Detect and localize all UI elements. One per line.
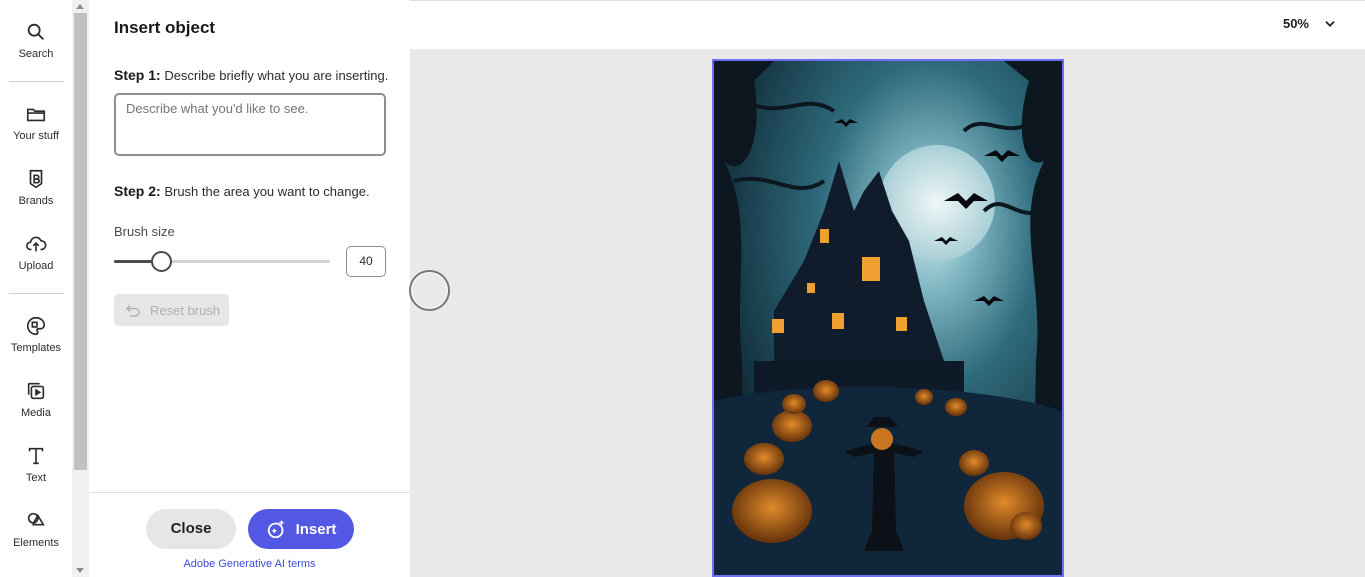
chevron-down-icon bbox=[1325, 20, 1335, 27]
reset-brush-label: Reset brush bbox=[150, 302, 221, 318]
halloween-haunted-house-image bbox=[714, 61, 1062, 575]
undo-icon bbox=[125, 304, 140, 317]
canvas-topbar: 50% bbox=[410, 0, 1365, 49]
prompt-input[interactable] bbox=[114, 93, 386, 156]
rail-item-label: Text bbox=[25, 472, 47, 484]
brush-size-label: Brush size bbox=[114, 224, 175, 239]
upload-cloud-icon bbox=[26, 236, 47, 252]
insert-label: Insert bbox=[295, 520, 337, 538]
insert-button[interactable]: Insert bbox=[248, 509, 354, 549]
rail-item-label: Search bbox=[18, 48, 54, 60]
rail-item-label: Elements bbox=[13, 537, 59, 549]
rail-item-templates[interactable]: Templates bbox=[0, 315, 72, 354]
generative-sparkle-icon bbox=[267, 519, 285, 539]
rail-item-elements[interactable]: Elements bbox=[0, 510, 72, 549]
zoom-value: 50% bbox=[1282, 16, 1309, 31]
step-2-text: Brush the area you want to change. bbox=[164, 184, 370, 199]
rail-divider bbox=[9, 293, 64, 294]
rail-item-label: Upload bbox=[18, 260, 54, 272]
panel-title: Insert object bbox=[114, 18, 216, 37]
scrollbar-thumb[interactable] bbox=[74, 13, 87, 470]
rail-item-label: Media bbox=[21, 407, 51, 419]
brush-cursor bbox=[409, 270, 450, 311]
brand-icon bbox=[29, 169, 43, 189]
folder-icon bbox=[26, 108, 46, 122]
search-icon bbox=[27, 23, 44, 40]
rail-divider bbox=[9, 81, 64, 82]
scroll-down-arrow[interactable] bbox=[76, 568, 84, 573]
step-1-instruction: Step 1: Describe briefly what you are in… bbox=[114, 67, 388, 83]
panel-scrollbar[interactable] bbox=[72, 0, 89, 577]
rail-item-media[interactable]: Media bbox=[0, 380, 72, 419]
rail-item-your-stuff[interactable]: Your stuff bbox=[0, 103, 72, 142]
artboard-canvas[interactable] bbox=[712, 59, 1064, 577]
rail-item-label: Your stuff bbox=[13, 130, 59, 142]
scroll-up-arrow[interactable] bbox=[76, 4, 84, 9]
media-icon bbox=[27, 382, 45, 400]
rail-item-upload[interactable]: Upload bbox=[0, 233, 72, 272]
text-icon bbox=[28, 447, 44, 465]
step-2-label: Step 2: bbox=[114, 183, 161, 199]
generative-ai-terms-link[interactable]: Adobe Generative AI terms bbox=[89, 558, 410, 570]
step-1-label: Step 1: bbox=[114, 67, 161, 83]
rail-item-text[interactable]: Text bbox=[0, 445, 72, 484]
zoom-dropdown[interactable]: 50% bbox=[1283, 16, 1337, 31]
step-1-text: Describe briefly what you are inserting. bbox=[164, 68, 389, 83]
elements-icon bbox=[27, 512, 45, 526]
left-rail: Search Your stuff Brands Upload Template… bbox=[0, 0, 72, 577]
rail-item-label: Brands bbox=[18, 195, 54, 207]
rail-item-brands[interactable]: Brands bbox=[0, 168, 72, 207]
close-button[interactable]: Close bbox=[146, 509, 236, 549]
rail-item-label: Templates bbox=[10, 342, 62, 354]
insert-object-panel: Insert object Step 1: Describe briefly w… bbox=[89, 0, 410, 577]
brush-size-slider-handle[interactable] bbox=[151, 251, 172, 272]
rail-item-search[interactable]: Search bbox=[0, 21, 72, 60]
reset-brush-button[interactable]: Reset brush bbox=[114, 294, 229, 326]
step-2-instruction: Step 2: Brush the area you want to chang… bbox=[114, 183, 370, 199]
panel-footer-divider bbox=[89, 492, 410, 493]
templates-icon bbox=[27, 316, 46, 336]
brush-size-field[interactable]: 40 bbox=[346, 246, 386, 277]
